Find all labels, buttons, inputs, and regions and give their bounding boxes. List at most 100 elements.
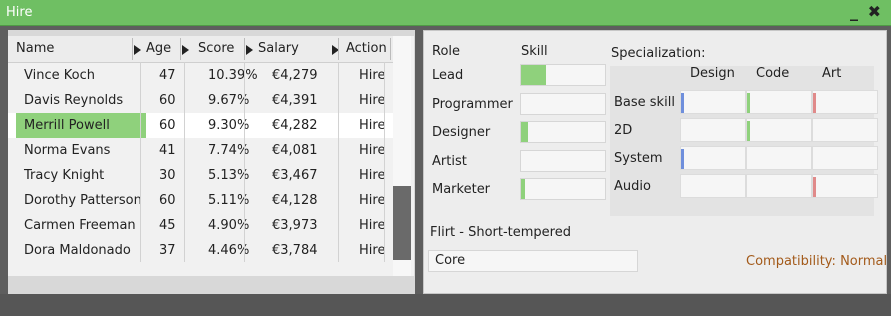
table-scrollbar-thumb[interactable] (393, 186, 411, 260)
skill-bar-fill (521, 122, 528, 142)
table-row[interactable]: Davis Reynolds 60 9.67% €4,391 Hire (8, 88, 393, 113)
column-divider (184, 62, 185, 262)
row-score: 10.39% (208, 68, 258, 83)
specialization-column-header: Design (690, 66, 735, 81)
row-hire-action[interactable]: Hire (359, 213, 385, 238)
row-hire-action[interactable]: Hire (359, 138, 385, 163)
skill-bar (520, 149, 606, 172)
specialization-cell (746, 118, 812, 142)
row-age: 60 (159, 193, 176, 208)
sort-score-arrow-icon[interactable] (182, 45, 189, 55)
sort-age-arrow-icon[interactable] (134, 45, 141, 55)
table-row[interactable]: Tracy Knight 30 5.13% €3,467 Hire (8, 163, 393, 188)
row-name: Tracy Knight (24, 168, 105, 183)
traits-text: Flirt - Short-tempered (430, 225, 571, 240)
column-divider (140, 62, 141, 262)
column-divider (338, 62, 339, 262)
specialization-marker (813, 177, 816, 197)
specialization-marker (747, 121, 750, 141)
row-hire-action[interactable]: Hire (359, 88, 385, 113)
row-name: Dorothy Patterson (24, 193, 142, 208)
specialization-cell (812, 118, 878, 142)
row-hire-action[interactable]: Hire (359, 113, 385, 138)
row-salary: €4,391 (272, 93, 318, 108)
window-controls[interactable]: _ ✖ (850, 2, 883, 21)
skill-bar (520, 64, 606, 86)
specialization-row-label: System (614, 151, 663, 166)
specialization-cell (680, 146, 746, 170)
table-row[interactable]: Dora Maldonado 37 4.46% €3,784 Hire (8, 238, 393, 263)
core-field[interactable]: Core (428, 250, 638, 272)
specialization-title: Specialization: (611, 46, 706, 61)
header-divider (244, 38, 245, 60)
header-salary[interactable]: Salary (258, 36, 299, 62)
header-divider (338, 38, 339, 60)
specialization-column-header: Code (756, 66, 790, 81)
header-name[interactable]: Name (16, 36, 54, 62)
skill-header: Skill (521, 44, 548, 59)
specialization-marker (681, 93, 684, 113)
table-header: Name Age Score Salary Action (8, 36, 393, 63)
row-hire-action[interactable]: Hire (359, 63, 385, 88)
row-age: 47 (159, 68, 176, 83)
window-title: Hire (6, 5, 33, 20)
skill-bar (520, 121, 606, 143)
specialization-column-header: Art (822, 66, 842, 81)
table-row[interactable]: Merrill Powell 60 9.30% €4,282 Hire (8, 113, 393, 138)
column-divider (244, 62, 245, 262)
header-action[interactable]: Action (346, 36, 387, 62)
role-label: Lead (432, 68, 464, 83)
row-age: 37 (159, 243, 176, 258)
row-age: 45 (159, 218, 176, 233)
specialization-row-label: 2D (614, 123, 633, 138)
specialization-cell (746, 90, 812, 114)
row-salary: €3,973 (272, 218, 318, 233)
row-salary: €4,128 (272, 193, 318, 208)
row-age: 60 (159, 93, 176, 108)
column-divider (384, 62, 385, 262)
row-hire-action[interactable]: Hire (359, 188, 385, 213)
specialization-marker (813, 93, 816, 113)
table-row[interactable]: Norma Evans 41 7.74% €4,081 Hire (8, 138, 393, 163)
role-label: Programmer (432, 96, 513, 112)
specialization-cell (746, 174, 812, 198)
row-salary: €4,081 (272, 143, 318, 158)
table-row[interactable]: Carmen Freeman 45 4.90% €3,973 Hire (8, 213, 393, 238)
skill-bar (520, 92, 606, 115)
specialization-cell (812, 90, 878, 114)
table-row[interactable]: Dorothy Patterson 60 5.11% €4,128 Hire (8, 188, 393, 213)
row-salary: €3,784 (272, 243, 318, 258)
specialization-cell (680, 174, 746, 198)
row-name: Carmen Freeman (24, 218, 136, 233)
header-divider (180, 38, 181, 60)
table-row[interactable]: Vince Koch 47 10.39% €4,279 Hire (8, 63, 393, 88)
specialization-cell (812, 146, 878, 170)
header-age[interactable]: Age (146, 36, 171, 62)
row-age: 41 (159, 143, 176, 158)
specialization-marker (747, 93, 750, 113)
row-salary: €4,279 (272, 68, 318, 83)
row-name: Merrill Powell (24, 118, 110, 133)
header-divider (132, 38, 133, 60)
role-label: Artist (432, 153, 467, 169)
row-hire-action[interactable]: Hire (359, 163, 385, 188)
specialization-marker (681, 149, 684, 169)
window-titlebar: Hire _ ✖ (0, 0, 891, 26)
specialization-cell (812, 174, 878, 198)
role-label: Designer (432, 125, 491, 140)
skill-bar-fill (521, 179, 526, 199)
header-score[interactable]: Score (198, 36, 234, 62)
row-hire-action[interactable]: Hire (359, 238, 385, 263)
row-salary: €4,282 (272, 118, 318, 133)
row-salary: €3,467 (272, 168, 318, 183)
specialization-row-label: Audio (614, 179, 651, 194)
row-age: 30 (159, 168, 176, 183)
row-age: 60 (159, 118, 176, 133)
row-name: Vince Koch (24, 68, 95, 83)
specialization-row-label: Base skill (614, 95, 675, 110)
skill-bar-fill (521, 65, 547, 85)
specialization-cell (746, 146, 812, 170)
sort-salary-arrow-icon[interactable] (246, 45, 253, 55)
role-label: Marketer (432, 182, 491, 197)
row-name: Davis Reynolds (24, 93, 124, 108)
